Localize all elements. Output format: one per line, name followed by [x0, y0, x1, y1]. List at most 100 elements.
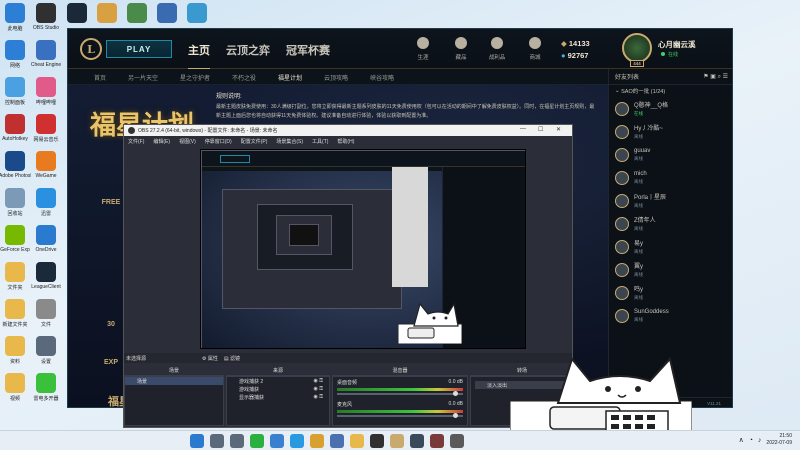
friends-tools[interactable]: ⚑ ▣ ⌕ ☰	[703, 73, 728, 81]
collection-nav[interactable]: 藏品	[446, 37, 476, 61]
photoshop-icon	[5, 151, 25, 171]
friend-item[interactable]: guuav 离线	[609, 143, 732, 166]
browser-icon[interactable]	[270, 433, 284, 448]
desktop-icon[interactable]: 控制面板	[0, 74, 30, 111]
friend-item[interactable]: Hy丿冷酷~ 离线	[609, 120, 732, 143]
obs-menu-item[interactable]: 场景集合(S)	[276, 138, 303, 145]
mixer-label: 桌面音频	[337, 380, 358, 386]
sub-tab[interactable]: 峡谷攻略	[370, 73, 394, 82]
sub-tab[interactable]: 首页	[94, 73, 106, 82]
obs-menu-item[interactable]: 配置文件(P)	[241, 138, 268, 145]
obs-menu-item[interactable]: 视图(V)	[179, 138, 196, 145]
friend-item[interactable]: Q憨神__Q格 在线	[609, 97, 732, 120]
wifi-icon[interactable]: ◔	[749, 437, 753, 444]
desktop-icon[interactable]: 此电脑	[0, 0, 30, 37]
desktop-icon[interactable]: 雷电多开器	[31, 370, 61, 407]
properties-button[interactable]: ⚙ 属性	[202, 355, 218, 362]
obs-preview[interactable]	[200, 149, 526, 349]
minimize-icon[interactable]: —	[520, 126, 526, 132]
obs-menu-item[interactable]: 停靠窗口(D)	[205, 138, 232, 145]
desktop-icon[interactable]: 网易云音乐	[31, 111, 61, 148]
league-logo[interactable]: L	[80, 38, 102, 60]
sub-tab[interactable]: 另一片天空	[128, 73, 158, 82]
league-icon[interactable]	[390, 433, 404, 448]
desktop-icon[interactable]: 资料	[0, 333, 30, 370]
filters-button[interactable]: ▤ 滤镜	[224, 355, 240, 362]
desktop-icon[interactable]: 哔哩哔哩	[31, 74, 61, 111]
play-button[interactable]: PLAY	[106, 40, 172, 58]
desktop-icon[interactable]: 文件	[31, 296, 61, 333]
tray-chevron-up-icon[interactable]: ∧	[739, 436, 744, 444]
clock[interactable]: 21:50 2022-07-09	[766, 433, 792, 447]
sub-tab[interactable]: 福星计划	[278, 73, 303, 87]
volume-slider[interactable]	[337, 391, 463, 396]
windows-icon[interactable]	[190, 433, 204, 448]
desktop-icon-label: WeGame	[35, 173, 57, 179]
tab-tft[interactable]: 云顶之弈	[226, 42, 270, 58]
volume-slider[interactable]	[337, 413, 463, 418]
desktop-icon[interactable]: 设置	[31, 333, 61, 370]
friend-item[interactable]: SunGoddess 离线	[609, 304, 732, 327]
desktop-icon[interactable]: WeGame	[31, 148, 61, 185]
sub-tab[interactable]: 不朽之役	[232, 73, 256, 82]
desktop-icon[interactable]: LeagueClient	[31, 259, 61, 296]
desktop-icon[interactable]: 网络	[0, 37, 30, 74]
chrome-icon[interactable]	[310, 433, 324, 448]
friend-item[interactable]: Z倩年人 离线	[609, 212, 732, 235]
tab-home[interactable]: 主页	[188, 42, 210, 70]
volume-icon[interactable]: ♪	[758, 437, 762, 444]
desktop-icon[interactable]: 文件夹	[0, 259, 30, 296]
tab-clash[interactable]: 冠军杯赛	[286, 42, 330, 58]
task-view-icon[interactable]	[230, 433, 244, 448]
app-icon[interactable]	[450, 433, 464, 448]
obs-menu-item[interactable]: 编辑(E)	[153, 138, 170, 145]
obs-menu-item[interactable]: 帮助(H)	[337, 138, 354, 145]
obs-icon[interactable]	[370, 433, 384, 448]
user-status[interactable]: 在线	[660, 51, 678, 58]
computer-icon	[5, 3, 25, 23]
friend-item[interactable]: Porla丨星辰 离线	[609, 189, 732, 212]
eye-icon[interactable]: ◉ ⚿	[313, 394, 323, 400]
desktop-icon[interactable]: 新建文件夹	[0, 296, 30, 333]
desktop-icon[interactable]: OBS Studio	[31, 0, 61, 37]
friend-item[interactable]: 鸣y 离线	[609, 281, 732, 304]
desktop-icon[interactable]: AutoHotkey	[0, 111, 30, 148]
friends-group[interactable]: ⌄ SAO的一批 (1/24)	[609, 85, 732, 97]
desktop-icon[interactable]: GeForce Exp	[0, 222, 30, 259]
qq-icon[interactable]	[290, 433, 304, 448]
desktop-icon[interactable]: 回收站	[0, 185, 30, 222]
mixer-label: 麦克风	[337, 402, 353, 408]
app-icon[interactable]	[430, 433, 444, 448]
obs-menu-item[interactable]: 工具(T)	[312, 138, 328, 145]
search-icon[interactable]	[210, 433, 224, 448]
store-icon	[529, 37, 541, 49]
loot-nav[interactable]: 战利品	[482, 37, 512, 61]
maximize-icon[interactable]: ☐	[538, 126, 543, 133]
close-icon[interactable]: ✕	[556, 126, 561, 133]
file-explorer-icon[interactable]	[350, 433, 364, 448]
source-item[interactable]: 游戏捕获 2 ◉ ⚿	[227, 377, 329, 385]
friend-item[interactable]: 翼y 离线	[609, 258, 732, 281]
scene-item[interactable]: 场景	[125, 377, 223, 385]
profile-nav[interactable]: 生涯	[408, 37, 438, 61]
wechat-icon[interactable]	[250, 433, 264, 448]
desktop-icon[interactable]: Cheat Engine	[31, 37, 61, 74]
desktop-icon[interactable]: Adobe Photoshop	[0, 148, 31, 185]
friend-item[interactable]: 易y 离线	[609, 235, 732, 258]
app-icon[interactable]	[410, 433, 424, 448]
app-icon[interactable]	[330, 433, 344, 448]
desktop-icon[interactable]: 视频	[0, 370, 30, 407]
obs-menu-item[interactable]: 文件(F)	[128, 138, 144, 145]
avatar[interactable]	[622, 33, 652, 63]
desktop-icon[interactable]: OneDrive	[31, 222, 61, 259]
sub-tab[interactable]: 云顶攻略	[324, 73, 348, 82]
eye-icon[interactable]: ◉ ⚿	[313, 386, 323, 392]
preview-obs-level-2	[222, 189, 402, 309]
store-nav[interactable]: 商城	[520, 37, 550, 61]
friend-item[interactable]: mich 离线	[609, 166, 732, 189]
source-item[interactable]: 显示器捕获 ◉ ⚿	[227, 393, 329, 401]
source-item[interactable]: 游戏捕获 ◉ ⚿	[227, 385, 329, 393]
sub-tab[interactable]: 星之守护者	[180, 73, 210, 82]
desktop-icon[interactable]: 迅雷	[31, 185, 61, 222]
eye-icon[interactable]: ◉ ⚿	[313, 378, 323, 384]
